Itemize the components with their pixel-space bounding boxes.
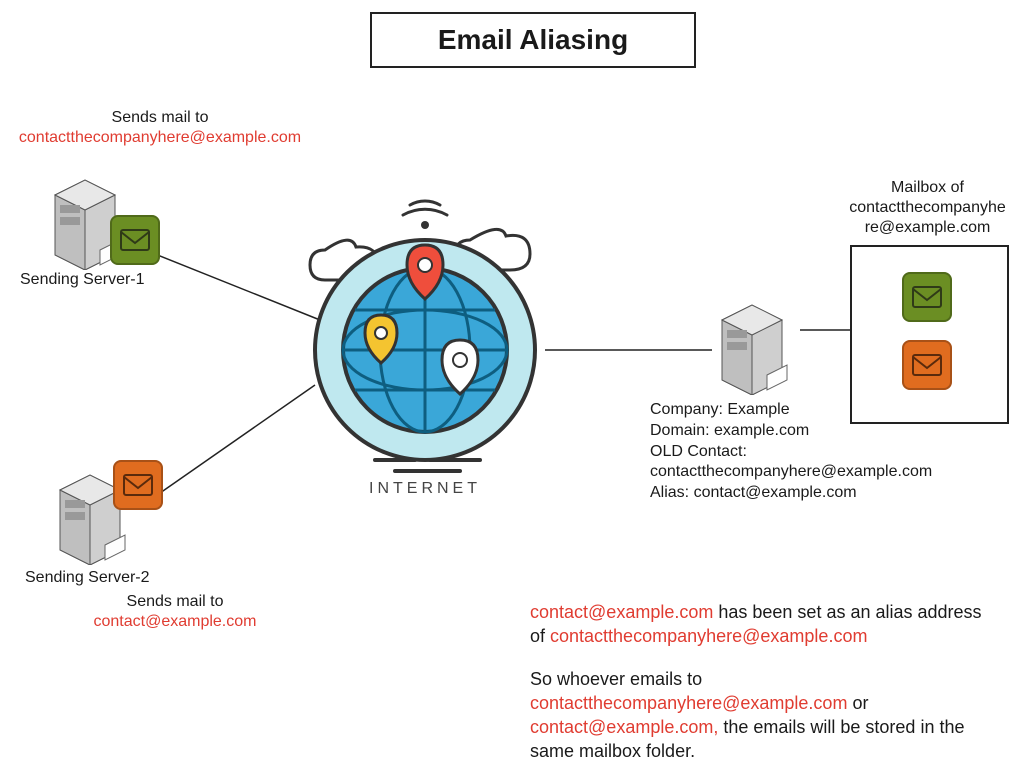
server2-caption: Sends mail to contact@example.com: [65, 592, 285, 632]
explain-email-main2: contactthecompanyhere@example.com: [530, 693, 847, 713]
oldcontact-line: OLD Contact:: [650, 442, 960, 463]
server2-caption-email: contact@example.com: [94, 613, 257, 630]
mailbox-caption: Mailbox of contactthecompanyhe re@exampl…: [840, 178, 1015, 238]
explain-email-main: contactthecompanyhere@example.com: [550, 626, 867, 646]
oldcontact-email: contactthecompanyhere@example.com: [650, 462, 960, 483]
envelope-icon: [912, 354, 942, 376]
server1-caption-text: Sends mail to: [112, 109, 209, 126]
envelope-icon: [912, 286, 942, 308]
explain-p1: contact@example.com has been set as an a…: [530, 600, 1000, 649]
server1-caption-email: contactthecompanyhere@example.com: [19, 129, 301, 146]
mail-icon-orange-1: [113, 460, 163, 510]
diagram-title: Email Aliasing: [370, 12, 696, 68]
mailbox-caption-l1: Mailbox of: [891, 179, 964, 196]
envelope-icon: [123, 474, 153, 496]
receiving-server: [712, 300, 802, 395]
explain-text: So whoever emails to: [530, 669, 702, 689]
alias-line: Alias: contact@example.com: [650, 483, 960, 504]
mail-icon-orange-2: [902, 340, 952, 390]
mailbox-caption-l3: re@example.com: [865, 219, 991, 236]
explain-p2: So whoever emails to contactthecompanyhe…: [530, 667, 1000, 764]
internet-label: INTERNET: [295, 480, 555, 498]
envelope-icon: [120, 229, 150, 251]
internet-globe: [295, 185, 555, 485]
explain-text: or: [847, 693, 868, 713]
mail-icon-green-1: [110, 215, 160, 265]
globe-icon: [295, 185, 555, 485]
explain-email-alias: contact@example.com: [530, 602, 713, 622]
server1-label: Sending Server-1: [20, 270, 170, 290]
server-icon: [712, 300, 802, 395]
explain-email-alias2: contact@example.com,: [530, 717, 718, 737]
server2-label: Sending Server-2: [25, 568, 185, 588]
explanation: contact@example.com has been set as an a…: [530, 600, 1000, 764]
server1-caption: Sends mail to contactthecompanyhere@exam…: [10, 108, 310, 148]
server2-caption-text: Sends mail to: [127, 593, 224, 610]
mail-icon-green-2: [902, 272, 952, 322]
mailbox-caption-l2: contactthecompanyhe: [849, 199, 1006, 216]
diagram-canvas: Email Aliasing Sends mail to contactthec…: [0, 0, 1024, 779]
